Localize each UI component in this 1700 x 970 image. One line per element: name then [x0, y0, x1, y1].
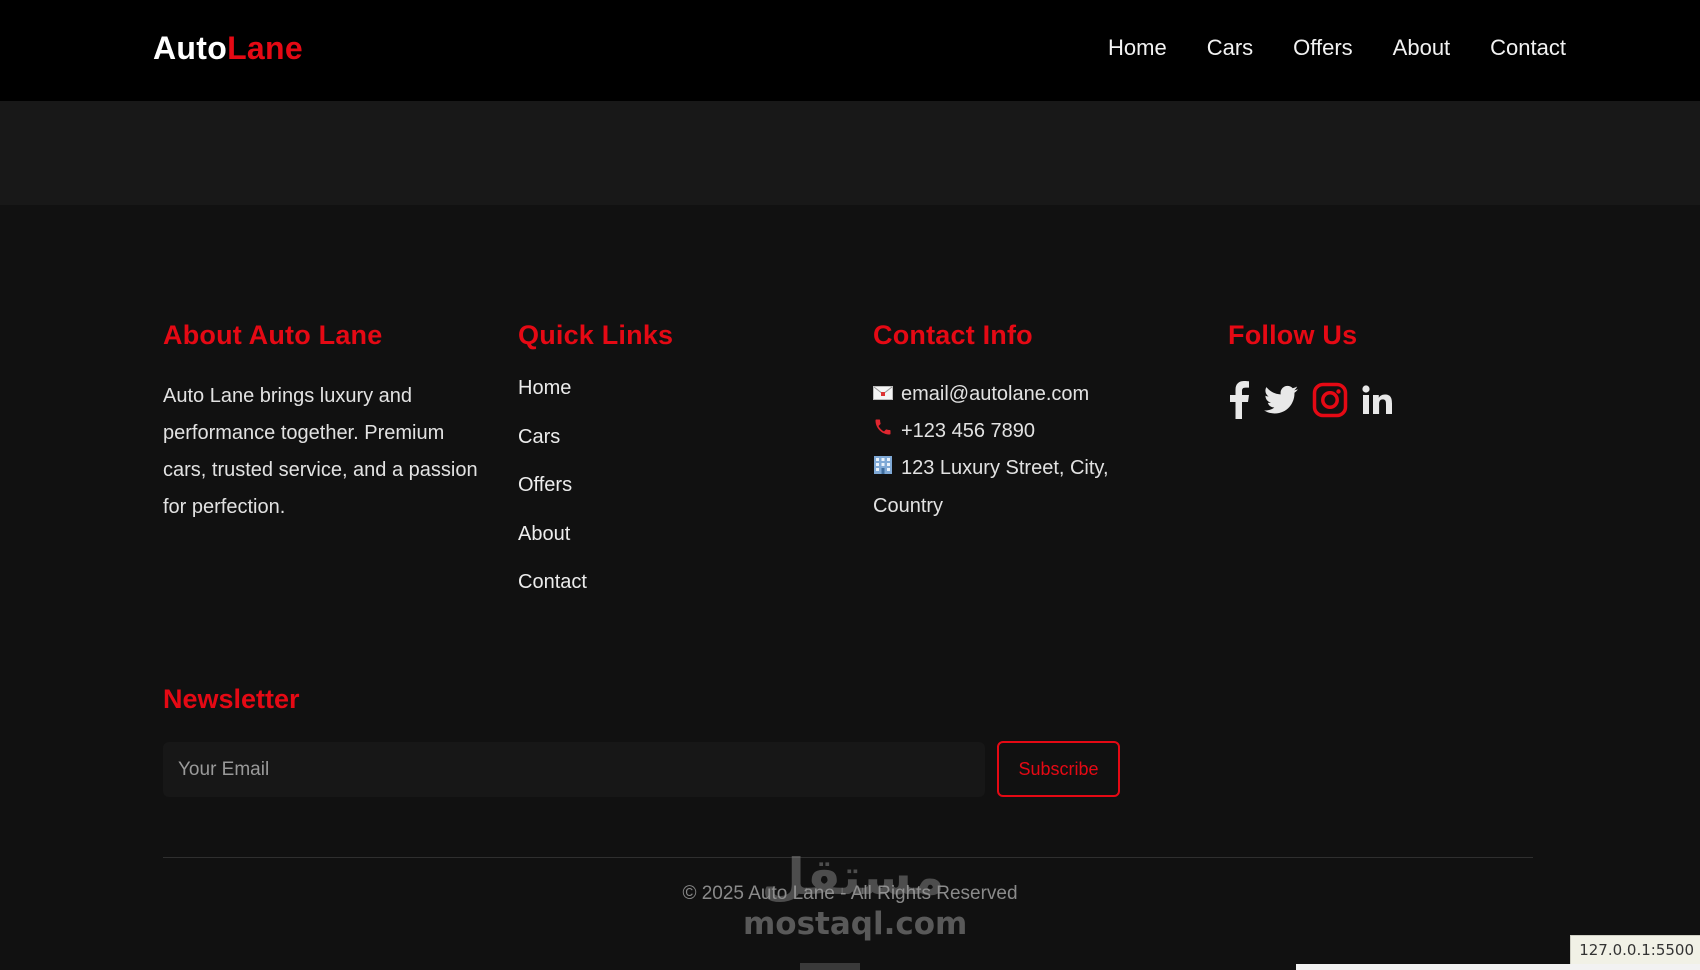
quick-link-about[interactable]: About [518, 523, 570, 545]
about-text: Auto Lane brings luxury and performance … [163, 385, 478, 518]
nav-link-contact[interactable]: Contact [1490, 35, 1566, 61]
instagram-icon[interactable] [1312, 381, 1348, 419]
footer-divider [163, 857, 1533, 858]
logo-primary: Auto [153, 30, 228, 66]
hero-band [0, 101, 1700, 205]
building-icon [873, 451, 893, 488]
newsletter-title: Newsletter [163, 684, 300, 714]
contact-phone[interactable]: +123 456 7890 [901, 420, 1035, 442]
footer-follow: Follow Us [1228, 322, 1528, 419]
footer-contact: Contact Info email@autolane.com +123 456… [873, 322, 1153, 525]
quick-link-home[interactable]: Home [518, 377, 571, 399]
linkedin-icon[interactable] [1362, 385, 1392, 415]
list-item: About [518, 522, 818, 571]
footer-quick-links: Quick Links Home Cars Offers About Conta… [518, 322, 818, 619]
navbar: AutoLane Home Cars Offers About Contact [0, 0, 1700, 101]
follow-title: Follow Us [1228, 320, 1358, 350]
nav-link-home[interactable]: Home [1108, 35, 1167, 61]
list-item: Offers [518, 473, 818, 522]
nav-link-offers[interactable]: Offers [1293, 35, 1353, 61]
contact-phone-row: +123 456 7890 [873, 413, 1133, 450]
page: AutoLane Home Cars Offers About Contact … [0, 0, 1700, 970]
list-item: Home [518, 376, 818, 425]
quick-links-list: Home Cars Offers About Contact [518, 376, 818, 619]
contact-email-row: email@autolane.com [873, 376, 1133, 413]
quick-link-contact[interactable]: Contact [518, 571, 587, 593]
newsletter-email-input[interactable] [163, 742, 985, 797]
nav-link-about[interactable]: About [1393, 35, 1451, 61]
nav-links: Home Cars Offers About Contact [1108, 35, 1566, 61]
taskbar-strip [1296, 964, 1700, 970]
envelope-icon [873, 376, 893, 413]
twitter-icon[interactable] [1264, 385, 1298, 415]
quick-link-offers[interactable]: Offers [518, 474, 572, 496]
facebook-icon[interactable] [1228, 381, 1250, 419]
watermark-latin: mostaql.com [743, 906, 968, 942]
contact-address: 123 Luxury Street, City, Country [873, 457, 1109, 517]
contact-email[interactable]: email@autolane.com [901, 383, 1089, 405]
logo[interactable]: AutoLane [153, 30, 303, 67]
quick-link-cars[interactable]: Cars [518, 426, 560, 448]
nav-link-cars[interactable]: Cars [1207, 35, 1253, 61]
about-title: About Auto Lane [163, 320, 383, 350]
phone-icon [873, 413, 893, 450]
contact-address-row: 123 Luxury Street, City, Country [873, 450, 1133, 524]
list-item: Cars [518, 425, 818, 474]
social-links [1228, 381, 1528, 419]
logo-accent: Lane [227, 30, 303, 66]
footer-about: About Auto Lane Auto Lane brings luxury … [163, 322, 483, 526]
scroll-indicator [800, 963, 860, 970]
contact-title: Contact Info [873, 320, 1033, 350]
subscribe-button[interactable]: Subscribe [997, 741, 1120, 797]
list-item: Contact [518, 570, 818, 619]
status-bar-url: 127.0.0.1:5500 [1570, 935, 1700, 965]
copyright: © 2025 Auto Lane - All Rights Reserved [682, 883, 1018, 904]
quick-links-title: Quick Links [518, 320, 674, 350]
contact-list: email@autolane.com +123 456 7890 123 Lux… [873, 376, 1133, 525]
